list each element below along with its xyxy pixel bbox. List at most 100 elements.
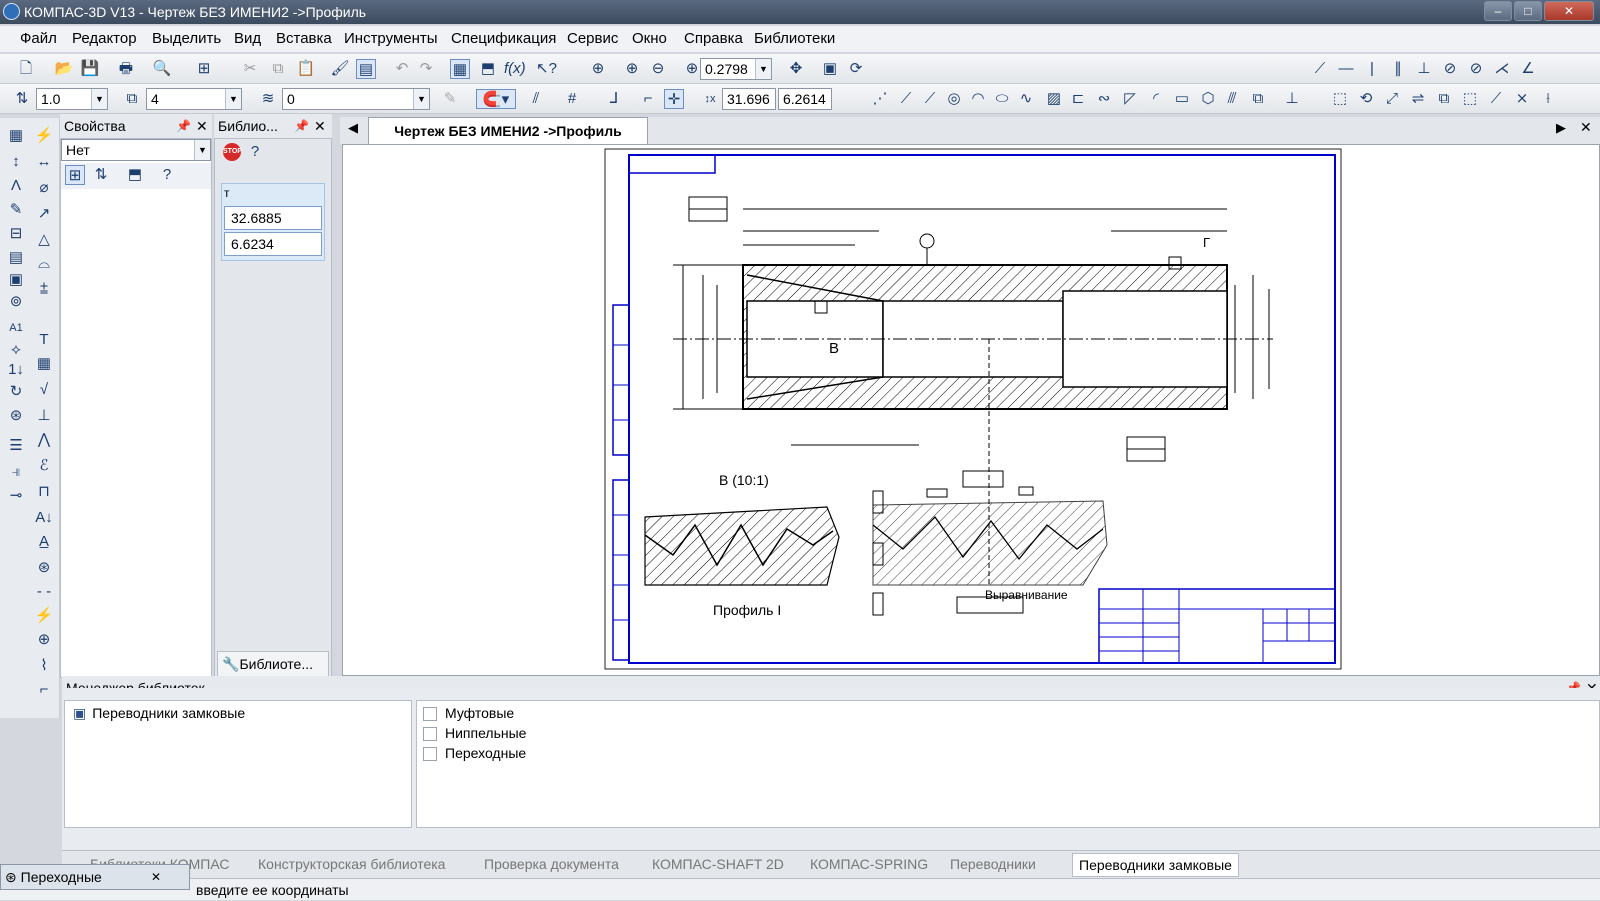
list-item[interactable]: Ниппельные — [423, 725, 526, 742]
arc-dimension-icon[interactable]: ⌓ — [34, 254, 54, 274]
document-tab[interactable]: Чертеж БЕЗ ИМЕНИ2 ->Профиль — [368, 117, 648, 144]
cut-line-icon[interactable]: ⊓ — [34, 482, 54, 502]
tangent-icon[interactable]: ⊘ — [1440, 59, 1460, 79]
value-field-1[interactable]: 32.6885 — [224, 206, 322, 230]
menu-select[interactable]: Выделить — [152, 30, 221, 47]
center-mark-icon[interactable]: ⊕ — [34, 630, 54, 650]
measure-icon[interactable]: ▤ — [6, 248, 26, 268]
deform-icon[interactable]: ⬚ — [1460, 89, 1480, 109]
property-pages-icon[interactable]: ⬒ — [125, 165, 145, 185]
redo-icon[interactable]: ↷ — [416, 59, 436, 79]
tab-scroll-right-icon[interactable]: ▶ — [1556, 120, 1566, 136]
sort-icon[interactable]: 1↓ — [6, 360, 26, 380]
rectangle-icon[interactable]: ▭ — [1172, 89, 1192, 109]
view-arrow-icon[interactable]: A↓ — [34, 508, 54, 528]
sort-az-icon[interactable]: ⇅ — [91, 165, 111, 185]
polyline-icon[interactable]: ⟋ — [920, 89, 940, 109]
tree-icon[interactable]: ▦ — [450, 59, 470, 79]
open-folder-icon[interactable]: 📂 — [54, 59, 74, 79]
cut-icon[interactable]: ✂ — [240, 59, 260, 79]
ellipse-icon[interactable]: ⬭ — [992, 89, 1012, 109]
break-line-icon[interactable]: ⌐ — [34, 680, 54, 700]
geometry-icon[interactable]: ▦ — [6, 126, 26, 146]
arc-icon[interactable]: ◠ — [968, 89, 988, 109]
undo-icon[interactable]: ↶ — [392, 59, 412, 79]
line-tool-icon[interactable]: ⟋ — [1310, 59, 1330, 79]
trim-icon[interactable]: ⟋ — [1486, 89, 1506, 109]
collection-icon[interactable]: ⧉ — [1248, 89, 1268, 109]
height-dimension-icon[interactable]: ⩲ — [34, 280, 54, 300]
chamfer-icon[interactable]: ◸ — [1120, 89, 1140, 109]
base-icon[interactable]: ⊥ — [34, 406, 54, 426]
ortho-icon[interactable]: ⫽ — [526, 89, 546, 109]
show-all-icon[interactable]: ▣ — [820, 59, 840, 79]
color-icon[interactable]: ✎ — [440, 89, 460, 109]
bisector-icon[interactable]: ⋌ — [1492, 59, 1512, 79]
help-icon[interactable]: ? — [245, 142, 265, 162]
horizontal-line-icon[interactable]: — — [1336, 59, 1356, 79]
menu-specification[interactable]: Спецификация — [451, 30, 556, 47]
print-icon[interactable]: 🖶 — [116, 59, 136, 79]
rotate-icon[interactable]: ⟲ — [1356, 89, 1376, 109]
centerline-icon[interactable]: - - — [34, 582, 54, 602]
align-icon[interactable]: ⫣ — [6, 462, 26, 482]
wavy-line-icon[interactable]: ⌇ — [34, 656, 54, 676]
layer-select[interactable]: 0 ▼ — [282, 88, 430, 110]
grid-step-icon[interactable]: ⇅ — [12, 89, 32, 109]
minimize-button[interactable]: – — [1484, 1, 1512, 21]
text-icon[interactable]: T — [34, 330, 54, 350]
tab-document-check[interactable]: Проверка документа — [484, 856, 619, 872]
library-footer-button[interactable]: 🔧Библиоте... — [217, 651, 329, 677]
menu-view[interactable]: Вид — [234, 30, 261, 47]
close-button[interactable]: ✕ — [1544, 1, 1594, 21]
copy-objects-icon[interactable]: ⧉ — [1434, 89, 1454, 109]
copy-icon[interactable]: ⧉ — [268, 59, 288, 79]
category-view-icon[interactable]: ⊞ — [65, 165, 85, 185]
preview-icon[interactable]: 🔍 — [152, 59, 172, 79]
tolerance-icon[interactable]: ⊸ — [6, 486, 26, 506]
fillet-icon[interactable]: ◜ — [1146, 89, 1166, 109]
floating-window[interactable]: ⊛ Переходные ✕ — [0, 864, 190, 890]
list-item[interactable]: Переходные — [423, 745, 526, 762]
zoom-out-icon[interactable]: ⊖ — [648, 59, 668, 79]
pin-icon[interactable]: 📌 — [294, 114, 309, 138]
select-icon[interactable]: ▣ — [6, 270, 26, 290]
tab-scroll-left-icon[interactable]: ◀ — [348, 120, 358, 136]
segment-icon[interactable]: ⟋ — [896, 89, 916, 109]
value-field-2[interactable]: 6.6234 — [224, 232, 322, 256]
menu-service[interactable]: Сервис — [567, 30, 618, 47]
step-select[interactable]: 1.0 ▼ — [36, 88, 108, 110]
tree-item-selected[interactable]: ▣ Переводники замковые — [73, 705, 245, 722]
refresh-icon[interactable]: ⟳ — [846, 59, 866, 79]
angle-icon[interactable]: ∠ — [1518, 59, 1538, 79]
layer-icon[interactable]: ≋ — [258, 89, 278, 109]
snap-point-icon[interactable]: ✛ — [664, 89, 684, 109]
rotate-view-icon[interactable]: ↻ — [6, 382, 26, 402]
x-coordinate-field[interactable]: 31.696 — [722, 88, 776, 110]
reports-icon[interactable]: ⟡ — [6, 340, 26, 360]
spline-icon[interactable]: ∿ — [1016, 89, 1036, 109]
lightning-icon[interactable]: ⚡ — [34, 606, 54, 626]
format-painter-icon[interactable]: 🖌 — [330, 59, 350, 79]
menu-window[interactable]: Окно — [632, 30, 667, 47]
zoom-scale-icon[interactable]: ⊕ — [682, 59, 702, 79]
library-manager-icon[interactable]: ⬒ — [478, 59, 498, 79]
polygon-icon[interactable]: ⬡ — [1198, 89, 1218, 109]
text-style-icon[interactable]: A1 — [6, 318, 26, 338]
help-pointer-icon[interactable]: ↖? — [536, 59, 557, 79]
tab-spring[interactable]: КОМПАС-SPRING — [810, 856, 928, 872]
close-icon[interactable]: ✕ — [151, 865, 161, 889]
scale-icon[interactable]: ⤢ — [1382, 89, 1402, 109]
paste-icon[interactable]: 📋 — [296, 59, 316, 79]
view-icon[interactable]: ⧉ — [122, 89, 142, 109]
menu-help[interactable]: Справка — [684, 30, 743, 47]
break-icon[interactable]: ⨯ — [1512, 89, 1532, 109]
tangent-line-icon[interactable]: ⊘ — [1466, 59, 1486, 79]
tab-shaft-2d[interactable]: КОМПАС-SHAFT 2D — [652, 856, 784, 872]
bezier-icon[interactable]: ∾ — [1094, 89, 1114, 109]
equidistant-icon[interactable]: ⫻ — [1222, 89, 1242, 109]
diameter-dimension-icon[interactable]: ⌀ — [34, 178, 54, 198]
globe-icon[interactable]: ⊛ — [6, 406, 26, 426]
view-select[interactable]: 4 ▼ — [146, 88, 242, 110]
mirror-icon[interactable]: ⇌ — [1408, 89, 1428, 109]
